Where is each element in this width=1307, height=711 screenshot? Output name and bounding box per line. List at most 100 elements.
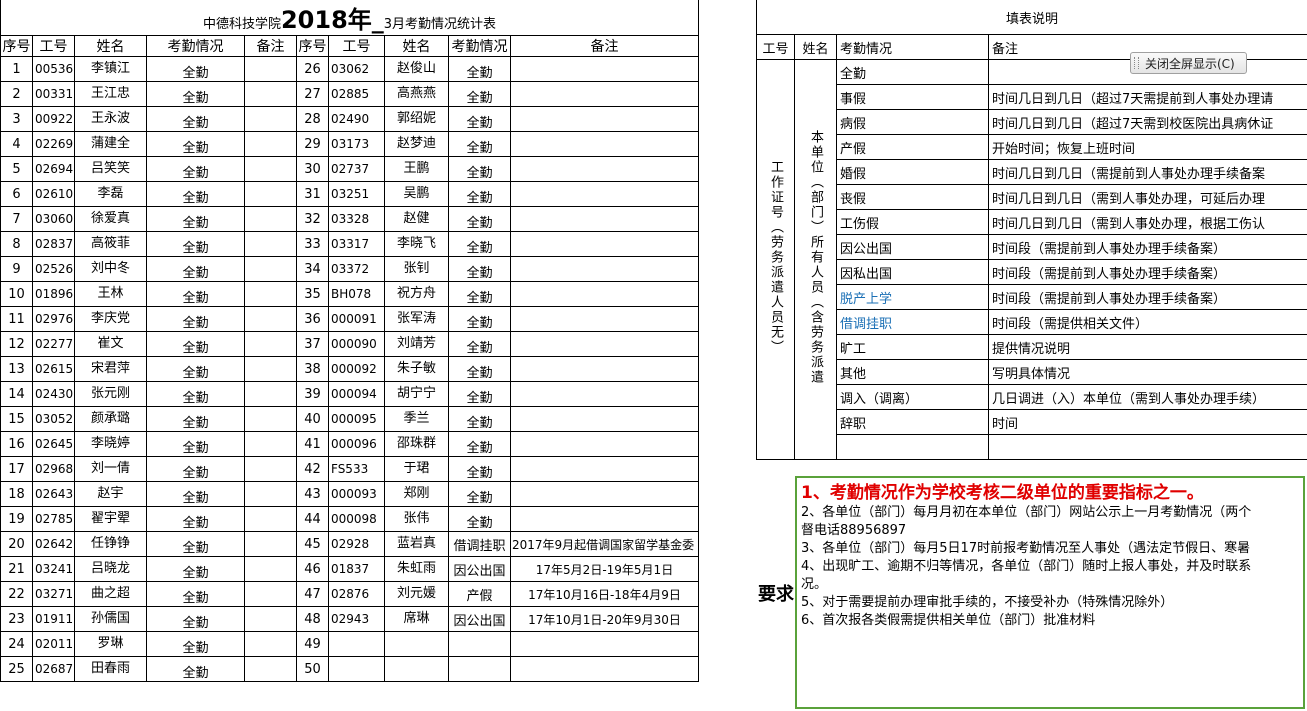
cell-id[interactable]: 000095 — [328, 406, 385, 432]
cell-seq[interactable]: 22 — [0, 581, 33, 607]
cell-note[interactable] — [244, 656, 297, 682]
cell-name[interactable]: 张伟 — [384, 506, 449, 532]
cell-status[interactable]: 全勤 — [146, 381, 245, 407]
cell-status[interactable]: 全勤 — [146, 531, 245, 557]
cell-name[interactable]: 吕晓龙 — [74, 556, 147, 582]
cell-name[interactable]: 曲之超 — [74, 581, 147, 607]
cell-seq[interactable]: 50 — [296, 656, 329, 682]
cell-id[interactable]: 02885 — [328, 81, 385, 107]
cell-seq[interactable]: 40 — [296, 406, 329, 432]
cell-seq[interactable]: 30 — [296, 156, 329, 182]
cell-id[interactable]: 02430 — [32, 381, 75, 407]
cell-name[interactable]: 吕笑笑 — [74, 156, 147, 182]
cell-note[interactable] — [510, 656, 699, 682]
cell-note[interactable]: 17年10月1日-20年9月30日 — [510, 606, 699, 632]
cell-seq[interactable]: 35 — [296, 281, 329, 307]
cell-name[interactable] — [384, 656, 449, 682]
cell-id[interactable]: 02737 — [328, 156, 385, 182]
cell-status[interactable]: 全勤 — [146, 206, 245, 232]
cell-name[interactable]: 郑刚 — [384, 481, 449, 507]
cell-id[interactable]: 03317 — [328, 231, 385, 257]
cell-name[interactable]: 罗琳 — [74, 631, 147, 657]
cell-id[interactable]: 01896 — [32, 281, 75, 307]
cell-name[interactable]: 刘元媛 — [384, 581, 449, 607]
cell-name[interactable]: 王林 — [74, 281, 147, 307]
cell-name[interactable]: 刘靖芳 — [384, 331, 449, 357]
cell-name[interactable]: 蓝岩真 — [384, 531, 449, 557]
cell-status[interactable]: 全勤 — [146, 231, 245, 257]
cell-note[interactable] — [244, 256, 297, 282]
cell-note[interactable] — [244, 456, 297, 482]
cell-id[interactable]: 000090 — [328, 331, 385, 357]
cell-note[interactable] — [244, 431, 297, 457]
cell-seq[interactable]: 23 — [0, 606, 33, 632]
cell-id[interactable]: 02928 — [328, 531, 385, 557]
cell-name[interactable]: 蒲建全 — [74, 131, 147, 157]
cell-name[interactable]: 席琳 — [384, 606, 449, 632]
cell-seq[interactable]: 28 — [296, 106, 329, 132]
cell-status[interactable]: 全勤 — [448, 306, 511, 332]
cell-seq[interactable]: 27 — [296, 81, 329, 107]
cell-status[interactable]: 全勤 — [448, 156, 511, 182]
cell-name[interactable]: 赵梦迪 — [384, 131, 449, 157]
cell-seq[interactable]: 12 — [0, 331, 33, 357]
cell-note[interactable] — [510, 331, 699, 357]
cell-id[interactable]: 000096 — [328, 431, 385, 457]
cell-status[interactable]: 因公出国 — [448, 606, 511, 632]
cell-note[interactable] — [510, 631, 699, 657]
cell-name[interactable]: 邵珠群 — [384, 431, 449, 457]
cell-seq[interactable]: 33 — [296, 231, 329, 257]
cell-status[interactable]: 全勤 — [146, 81, 245, 107]
cell-id[interactable]: 02490 — [328, 106, 385, 132]
cell-seq[interactable]: 10 — [0, 281, 33, 307]
cell-name[interactable]: 赵俊山 — [384, 56, 449, 82]
cell-note[interactable] — [244, 406, 297, 432]
cell-seq[interactable]: 4 — [0, 131, 33, 157]
cell-name[interactable]: 王永波 — [74, 106, 147, 132]
cell-id[interactable]: 02837 — [32, 231, 75, 257]
cell-id[interactable]: 01837 — [328, 556, 385, 582]
cell-status[interactable]: 全勤 — [448, 281, 511, 307]
cell-name[interactable]: 胡宁宁 — [384, 381, 449, 407]
cell-note[interactable] — [244, 331, 297, 357]
cell-seq[interactable]: 14 — [0, 381, 33, 407]
cell-note[interactable] — [244, 231, 297, 257]
cell-name[interactable]: 郭绍妮 — [384, 106, 449, 132]
cell-status[interactable]: 全勤 — [146, 181, 245, 207]
cell-id[interactable]: 02642 — [32, 531, 75, 557]
cell-id[interactable]: 03062 — [328, 56, 385, 82]
cell-name[interactable]: 于珺 — [384, 456, 449, 482]
cell-seq[interactable]: 6 — [0, 181, 33, 207]
cell-status[interactable]: 全勤 — [448, 206, 511, 232]
cell-note[interactable] — [244, 581, 297, 607]
cell-seq[interactable]: 21 — [0, 556, 33, 582]
cell-name[interactable]: 田春雨 — [74, 656, 147, 682]
cell-name[interactable]: 季兰 — [384, 406, 449, 432]
cell-note[interactable] — [244, 156, 297, 182]
cell-seq[interactable]: 49 — [296, 631, 329, 657]
cell-note[interactable] — [244, 531, 297, 557]
cell-status[interactable]: 全勤 — [146, 606, 245, 632]
cell-status[interactable]: 全勤 — [448, 431, 511, 457]
cell-note[interactable] — [244, 81, 297, 107]
cell-note[interactable]: 17年10月16日-18年4月9日 — [510, 581, 699, 607]
cell-name[interactable]: 王鹏 — [384, 156, 449, 182]
cell-seq[interactable]: 39 — [296, 381, 329, 407]
cell-seq[interactable]: 34 — [296, 256, 329, 282]
cell-seq[interactable]: 17 — [0, 456, 33, 482]
cell-status[interactable]: 全勤 — [146, 481, 245, 507]
cell-note[interactable] — [244, 106, 297, 132]
cell-name[interactable]: 赵健 — [384, 206, 449, 232]
cell-note[interactable] — [244, 606, 297, 632]
cell-name[interactable]: 高筱菲 — [74, 231, 147, 257]
exit-fullscreen-button[interactable]: 关闭全屏显示(C) — [1130, 52, 1247, 74]
cell-note[interactable] — [510, 306, 699, 332]
cell-id[interactable]: 02943 — [328, 606, 385, 632]
cell-note[interactable] — [510, 456, 699, 482]
cell-seq[interactable]: 18 — [0, 481, 33, 507]
cell-seq[interactable]: 9 — [0, 256, 33, 282]
cell-name[interactable]: 李庆党 — [74, 306, 147, 332]
cell-name[interactable]: 宋君萍 — [74, 356, 147, 382]
cell-id[interactable]: 02277 — [32, 331, 75, 357]
cell-id[interactable]: 02011 — [32, 631, 75, 657]
